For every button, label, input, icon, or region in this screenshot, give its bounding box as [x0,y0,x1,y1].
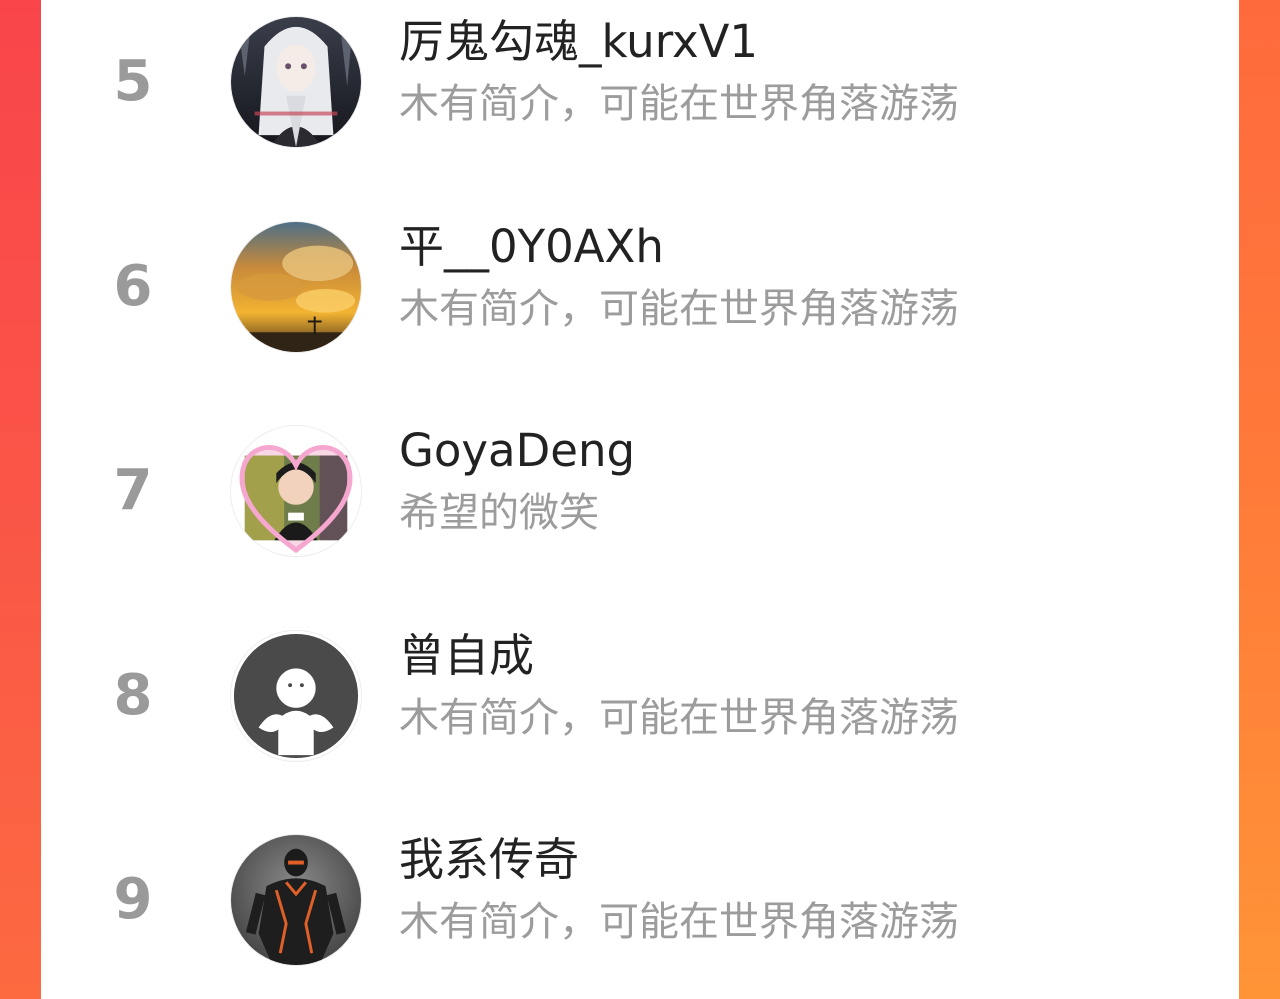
avatar[interactable] [230,630,362,762]
avatar[interactable] [230,16,362,148]
background-left-gradient [0,0,41,999]
list-item[interactable]: 8 曾自成 木有简介，可能在世界角落游荡 [41,616,1239,776]
armored-figure-avatar-icon [231,835,361,965]
sunset-clouds-avatar-icon [231,222,361,352]
user-bio: 木有简介，可能在世界角落游荡 [399,286,959,332]
user-bio: 木有简介，可能在世界角落游荡 [399,899,959,945]
anime-white-hair-avatar-icon [231,17,361,147]
rank-number: 9 [113,867,153,932]
ranking-list-panel: 5 厉鬼勾魂_kurxV1 木有简介，可能在世界角落游荡 6 平__0Y0AXh… [41,0,1239,999]
avatar[interactable] [230,425,362,557]
background-right-gradient [1239,0,1280,999]
user-name[interactable]: 曾自成 [399,624,534,688]
list-item[interactable]: 6 平__0Y0AXh 木有简介，可能在世界角落游荡 [41,207,1239,367]
user-name[interactable]: 我系传奇 [399,828,579,892]
list-item[interactable]: 9 我系传奇 木有简介，可能在世界角落游荡 [41,820,1239,980]
user-name[interactable]: 厉鬼勾魂_kurxV1 [399,10,758,74]
rank-number: 5 [113,49,153,114]
avatar[interactable] [230,221,362,353]
user-name[interactable]: 平__0Y0AXh [399,215,664,279]
list-item[interactable]: 5 厉鬼勾魂_kurxV1 木有简介，可能在世界角落游荡 [41,2,1239,162]
user-bio: 希望的微笑 [399,490,599,536]
user-name[interactable]: GoyaDeng [399,419,635,483]
user-bio: 木有简介，可能在世界角落游荡 [399,81,959,127]
rank-number: 7 [113,458,153,523]
rank-number: 6 [113,254,153,319]
user-bio: 木有简介，可能在世界角落游荡 [399,695,959,741]
default-user-avatar-icon [231,631,361,761]
list-item[interactable]: 7 GoyaDeng 希望的微笑 [41,411,1239,571]
avatar[interactable] [230,834,362,966]
rank-number: 8 [113,663,153,728]
child-heart-frame-avatar-icon [231,426,361,556]
